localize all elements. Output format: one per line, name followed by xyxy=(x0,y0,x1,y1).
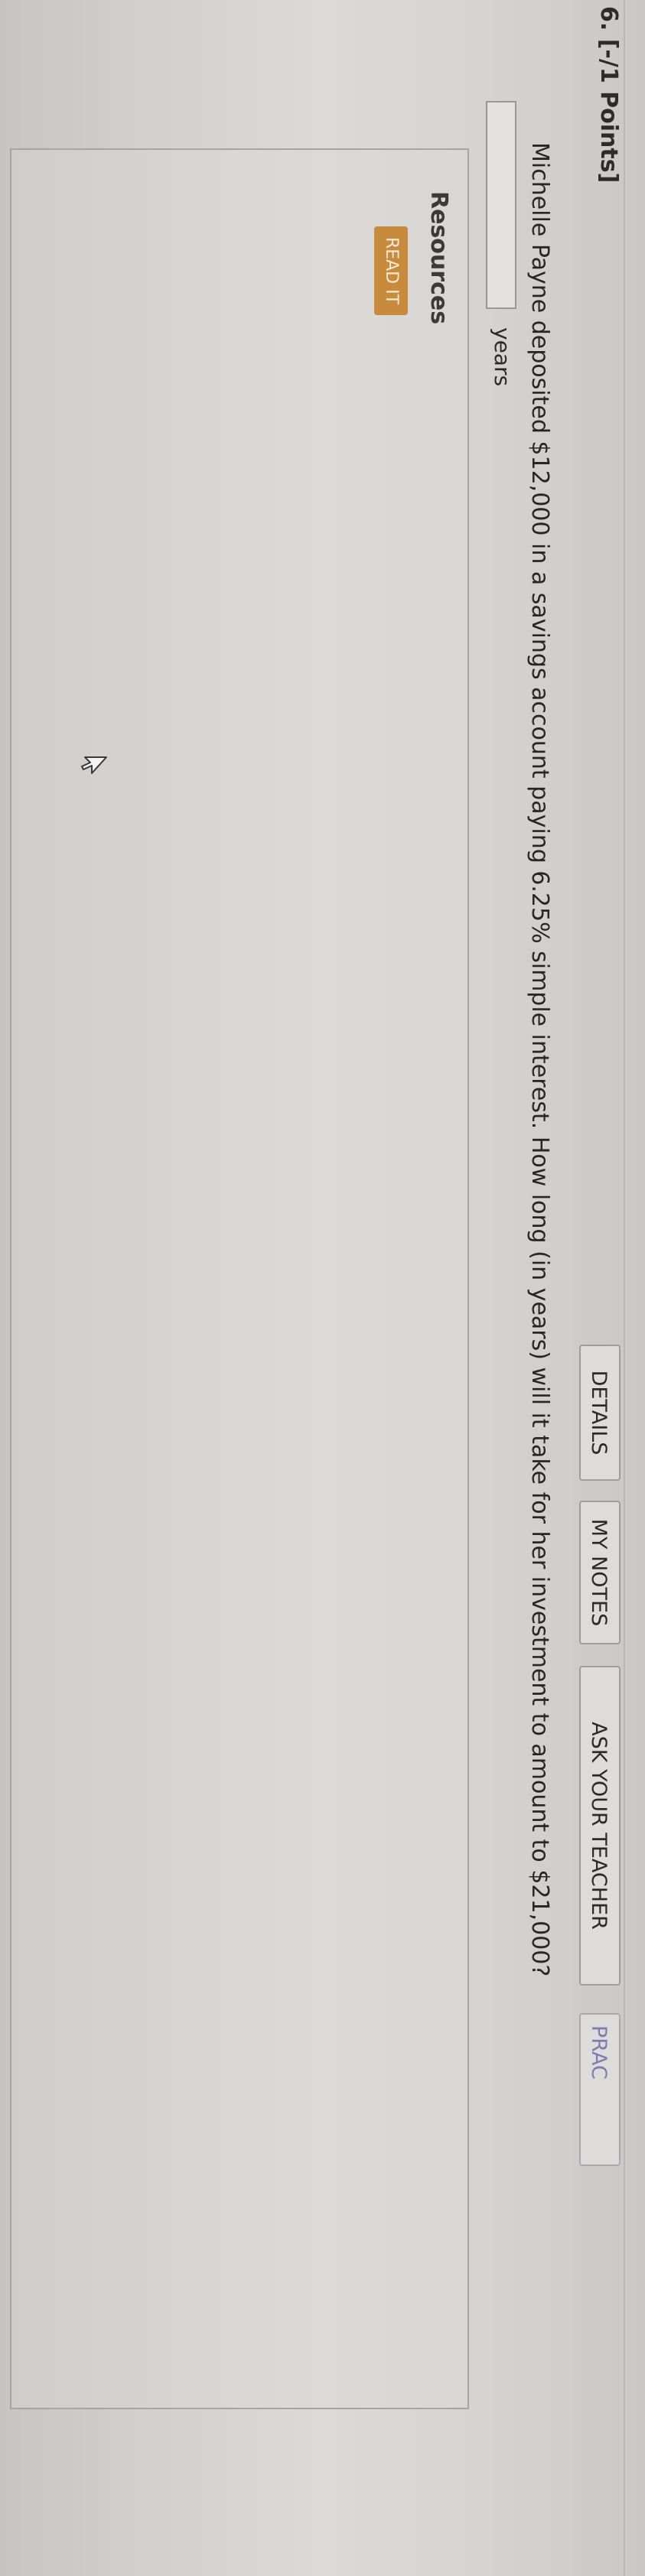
mouse-pointer-icon xyxy=(81,756,107,774)
read-it-button[interactable]: READ IT xyxy=(374,226,408,315)
top-divider xyxy=(624,0,625,2576)
question-title: 6. [-/1 Points] xyxy=(595,6,622,184)
question-panel: 6. [-/1 Points] DETAILS MY NOTES ASK YOU… xyxy=(0,0,645,2576)
practice-another-button[interactable]: PRAC xyxy=(579,2013,621,2166)
my-notes-button[interactable]: MY NOTES xyxy=(579,1501,621,1644)
question-text: Michelle Payne deposited $12,000 in a sa… xyxy=(526,142,553,1977)
resources-title: Resources xyxy=(425,191,452,325)
ask-your-teacher-button[interactable]: ASK YOUR TEACHER xyxy=(579,1666,621,1986)
resources-box: Resources READ IT xyxy=(10,148,469,2409)
details-button[interactable]: DETAILS xyxy=(579,1345,621,1481)
answer-input[interactable] xyxy=(486,101,516,309)
answer-units-label: years xyxy=(490,327,515,387)
